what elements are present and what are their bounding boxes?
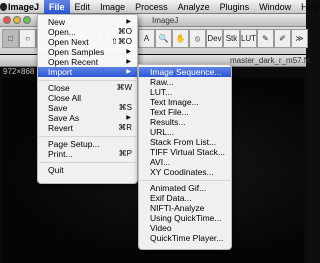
menu-file[interactable]: File [44,0,70,14]
menu-item-page-setup[interactable]: Page Setup... [38,139,137,149]
oval-tool-icon[interactable]: ○ [19,29,36,48]
menu-item-open-samples[interactable]: Open Samples ▶ [38,47,137,57]
menu-item-new[interactable]: New ▶ [38,17,137,27]
menu-bar: ImageJ File Edit Image Process Analyze P… [0,0,320,14]
submenu-item-image-sequence[interactable]: Image Sequence... [139,67,231,77]
submenu-item-video[interactable]: Video [139,223,231,233]
menu-plugins[interactable]: Plugins [215,0,255,14]
submenu-item-stack-from-list[interactable]: Stack From List... [139,137,231,147]
menu-item-label: Open Samples [48,47,105,57]
shortcut: ⌘O [117,27,132,36]
menu-help[interactable]: Help [296,0,320,14]
menu-item-label: Close All [48,93,82,103]
menu-item-close-all[interactable]: Close All [38,93,137,103]
menu-item-open-recent[interactable]: Open Recent ▶ [38,57,137,67]
menu-item-label: Save As [48,113,80,123]
image-info: 972×868 [3,67,35,76]
submenu-item-quicktime-player[interactable]: QuickTime Player... [139,233,231,243]
image-window-title: master_dark_r_m57.fit [230,56,311,65]
lut-tool-icon[interactable]: LUT [240,29,257,48]
menu-item-close[interactable]: Close ⌘W [38,83,137,93]
color-picker-icon[interactable]: ⦸ [189,29,206,48]
menu-item-label: Open Next [48,37,89,47]
menu-item-label: Open Recent [48,57,99,67]
submenu-item-tiff-virtual-stack[interactable]: TIFF Virtual Stack... [139,147,231,157]
window-controls [3,16,31,24]
pencil-tool-icon[interactable]: ✎ [257,29,274,48]
submenu-item-using-quicktime[interactable]: Using QuickTime... [139,213,231,223]
menu-image[interactable]: Image [95,0,130,14]
minimize-window-icon[interactable] [13,16,21,24]
menu-item-label: Revert [48,123,74,133]
stack-tool-icon[interactable]: Stk [223,29,240,48]
menu-item-print[interactable]: Print... ⌘P [38,149,137,159]
menu-edit[interactable]: Edit [70,0,96,14]
file-menu: New ▶ Open... ⌘O Open Next ⇧⌘O Open Samples… [37,14,138,184]
import-submenu: Image Sequence... Raw... LUT... Text Ima… [138,64,232,250]
close-window-icon[interactable] [3,16,11,24]
submenu-item-text-image[interactable]: Text Image... [139,97,231,107]
hand-tool-icon[interactable]: ✋ [172,29,189,48]
menu-item-open[interactable]: Open... ⌘O [38,27,137,37]
zoom-window-icon[interactable] [23,16,31,24]
shortcut: ⌘R [118,123,132,132]
submenu-item-animated-gif[interactable]: Animated Gif... [139,183,231,193]
menu-item-save[interactable]: Save ⌘S [38,103,137,113]
zoom-tool-icon[interactable]: 🔍 [155,29,172,48]
submenu-item-url[interactable]: URL... [139,127,231,137]
submenu-arrow-icon: ▶ [126,59,131,65]
shortcut: ⌘W [116,83,132,92]
menu-app-imagej[interactable]: ImageJ [7,0,44,14]
toolbar-window-title: ImageJ [152,16,179,25]
menu-item-label: Import [48,67,73,77]
rectangle-tool-icon[interactable]: □ [2,29,19,48]
submenu-item-exif-data[interactable]: Exif Data... [139,193,231,203]
menu-item-open-next[interactable]: Open Next ⇧⌘O [38,37,137,47]
menu-process[interactable]: Process [130,0,173,14]
submenu-arrow-icon: ▶ [126,69,131,75]
menu-item-label: Page Setup... [48,139,100,149]
menu-item-quit[interactable]: Quit [38,165,137,175]
submenu-arrow-icon: ▶ [126,19,131,25]
menu-item-label: New [48,17,66,27]
submenu-item-avi[interactable]: AVI... [139,157,231,167]
menu-item-revert[interactable]: Revert ⌘R [38,123,137,133]
submenu-arrow-icon: ▶ [126,115,131,121]
shortcut: ⌘S [118,103,132,112]
submenu-item-nifti-analyze[interactable]: NIFTI-Analyze [139,203,231,213]
shortcut: ⌘P [118,149,132,158]
brush-tool-icon[interactable]: ✐ [274,29,291,48]
menu-item-label: Open... [48,27,76,37]
menu-item-label: Save [48,103,68,113]
menu-item-save-as[interactable]: Save As ▶ [38,113,137,123]
menu-analyze[interactable]: Analyze [173,0,215,14]
text-tool-icon[interactable]: A [138,29,155,48]
menu-item-label: Close [48,83,70,93]
dev-tool-icon[interactable]: Dev [206,29,223,48]
submenu-arrow-icon: ▶ [126,49,131,55]
submenu-item-lut[interactable]: LUT... [139,87,231,97]
menu-item-label: Quit [48,165,64,175]
shortcut: ⇧⌘O [111,37,132,46]
apple-menu-icon[interactable] [0,0,7,14]
menu-item-import[interactable]: Import ▶ [38,67,137,77]
menu-item-label: Print... [48,149,73,159]
menu-window[interactable]: Window [254,0,296,14]
submenu-item-results[interactable]: Results... [139,117,231,127]
submenu-item-xy-coordinates[interactable]: XY Coodinates... [139,167,231,177]
submenu-item-raw[interactable]: Raw... [139,77,231,87]
submenu-item-text-file[interactable]: Text File... [139,107,231,117]
more-tools-icon[interactable]: ≫ [291,29,308,48]
